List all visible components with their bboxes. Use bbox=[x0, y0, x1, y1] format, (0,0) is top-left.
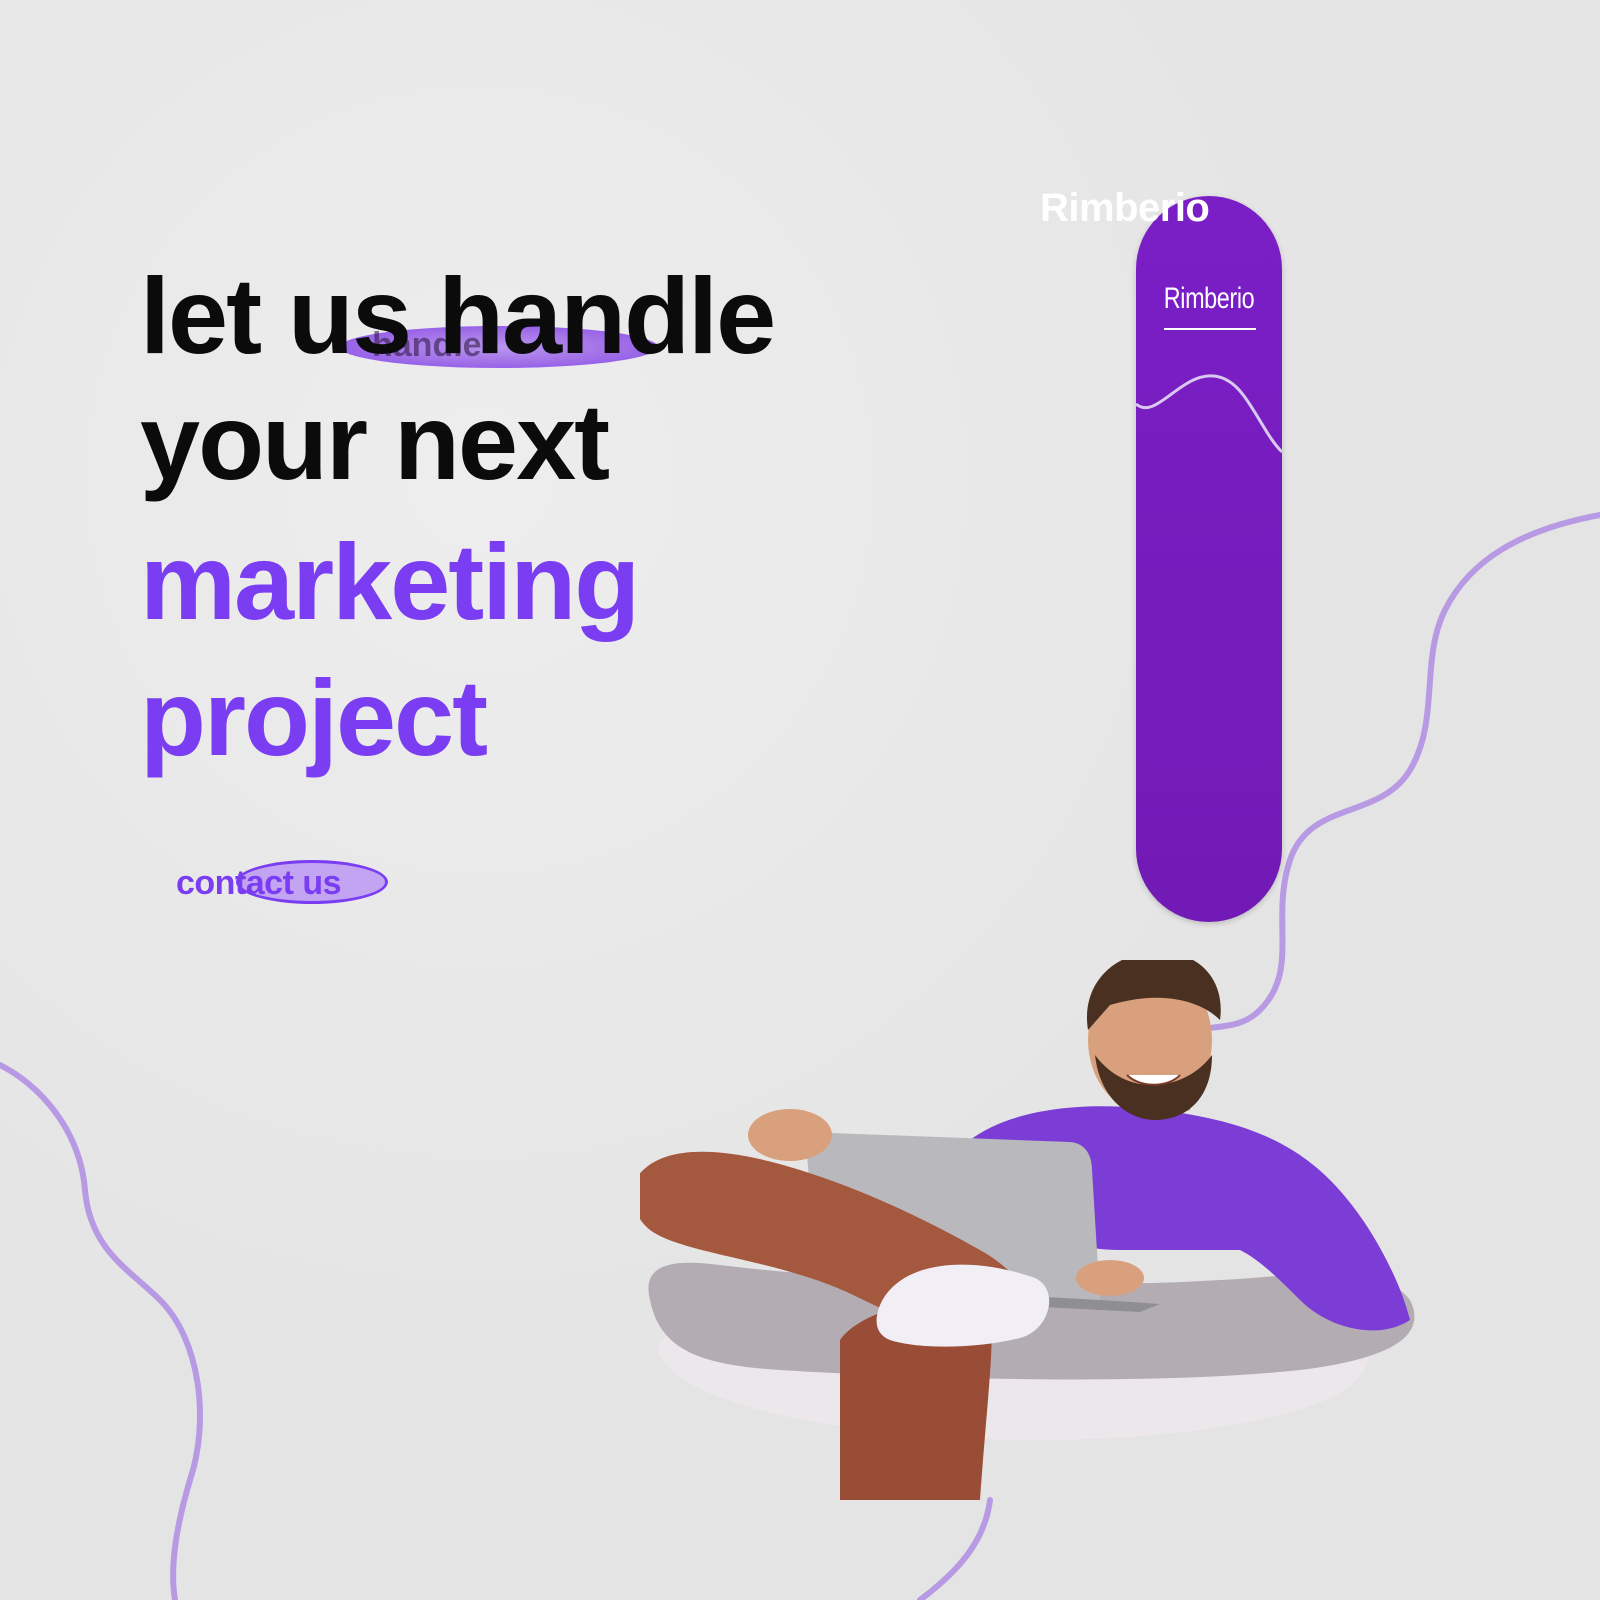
contact-us-button[interactable]: contact us bbox=[176, 858, 396, 910]
brand-vertical-bar: Rimberio bbox=[1136, 196, 1282, 922]
brand-name-top: Rimberio bbox=[1040, 186, 1210, 230]
poster-canvas: handle let us handle your next marketing… bbox=[0, 0, 1600, 1600]
bar-wave-line bbox=[1136, 374, 1282, 454]
headline-line-3: marketing bbox=[140, 521, 640, 642]
headline-line-4: project bbox=[140, 657, 488, 778]
headline-line-2: your next bbox=[140, 381, 610, 502]
man-with-laptop-illustration bbox=[640, 960, 1415, 1500]
headline-line-1-text: let us handle bbox=[140, 255, 776, 376]
headline: handle let us handle your next marketing… bbox=[140, 262, 960, 794]
contact-us-label: contact us bbox=[176, 864, 342, 902]
right-hand bbox=[1076, 1260, 1144, 1296]
left-hand bbox=[748, 1109, 832, 1161]
headline-line-1: handle let us handle bbox=[140, 262, 960, 388]
brand-name-bar: Rimberio bbox=[1163, 282, 1255, 315]
brand-underline bbox=[1164, 328, 1256, 330]
